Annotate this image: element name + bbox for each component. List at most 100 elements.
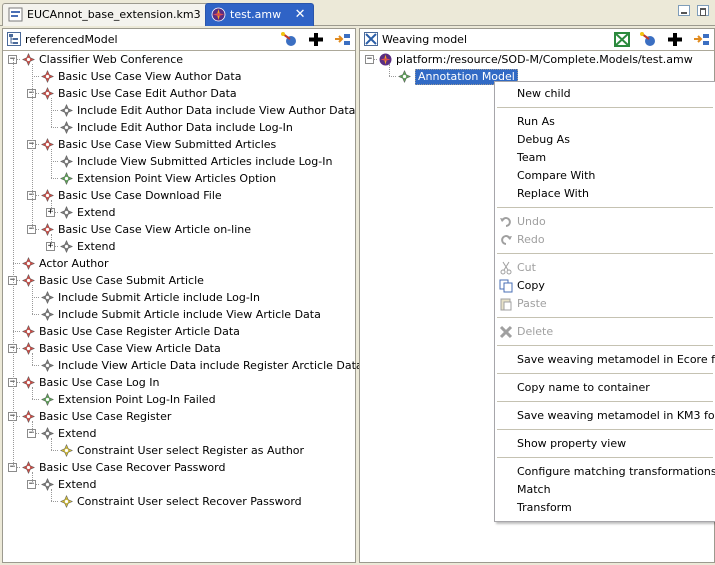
tree-node[interactable]: − Basic Use Case View Submitted Articles <box>3 136 355 153</box>
tree-node[interactable]: − Extend <box>3 425 355 442</box>
tree-node[interactable]: Constraint User select Recover Password <box>3 493 355 510</box>
tree-node[interactable]: − Basic Use Case Log In <box>3 374 355 391</box>
tree-node[interactable]: Include Submit Article include View Arti… <box>3 306 355 323</box>
pane-header: Weaving model <box>360 29 714 51</box>
menu-item-match[interactable]: Match <box>495 481 715 499</box>
tree-node[interactable]: Include Edit Author Data include View Au… <box>3 102 355 119</box>
tree-node-label: Actor Author <box>39 257 109 270</box>
diamond-red-icon <box>21 375 36 390</box>
menu-separator <box>497 207 713 208</box>
menu-item-copy[interactable]: Copy <box>495 277 715 295</box>
tree-node[interactable]: Include Edit Author Data include Log-In <box>3 119 355 136</box>
tree-node-label: Include View Submitted Articles include … <box>77 155 333 168</box>
tree-connector <box>51 438 52 450</box>
menu-item-transform[interactable]: Transform <box>495 499 715 517</box>
diamond-gray-icon <box>59 103 74 118</box>
collapse-icon[interactable]: − <box>365 55 374 64</box>
menu-item-redo[interactable]: Redo <box>495 231 715 249</box>
sync-icon[interactable] <box>613 31 631 48</box>
menu-item-label: Compare With <box>517 169 596 182</box>
tree-node-label: Basic Use Case View Article Data <box>39 342 221 355</box>
weaving-icon <box>364 32 378 46</box>
tree-node[interactable]: − Basic Use Case Submit Article <box>3 272 355 289</box>
tree-node[interactable]: Include View Article Data include Regist… <box>3 357 363 374</box>
tree-node[interactable]: Basic Use Case Register Article Data <box>3 323 355 340</box>
menu-item-copy-name-to-container[interactable]: Copy name to container <box>495 379 715 397</box>
menu-item-label: New child <box>517 87 571 100</box>
tree-node[interactable]: Constraint User select Register as Autho… <box>3 442 355 459</box>
tree-node[interactable]: − Basic Use Case Edit Author Data <box>3 85 355 102</box>
tree-node[interactable]: Include View Submitted Articles include … <box>3 153 355 170</box>
tree-node[interactable]: Basic Use Case View Author Data <box>3 68 355 85</box>
tree-connector <box>32 421 33 433</box>
tree-node[interactable]: − Classifier Web Conference <box>3 51 355 68</box>
menu-item-paste[interactable]: Paste <box>495 295 715 313</box>
link-icon[interactable] <box>692 31 710 48</box>
add-icon[interactable] <box>666 31 684 48</box>
menu-item-debug-as[interactable]: Debug As <box>495 131 715 149</box>
tree-node[interactable]: − Basic Use Case Recover Password <box>3 459 355 476</box>
menu-item-label: Cut <box>517 261 536 274</box>
tree-connector <box>32 472 33 484</box>
tree-node-label: Extension Point View Articles Option <box>77 172 277 185</box>
tab-test-amw[interactable]: test.amw ✕ <box>205 3 315 26</box>
tree-node[interactable]: Extension Point View Articles Option <box>3 170 355 187</box>
menu-item-save-weaving-metamodel-in-ecore-format[interactable]: Save weaving metamodel in Ecore format <box>495 351 715 369</box>
diamond-red-icon <box>21 460 36 475</box>
pane-toolbar <box>275 31 351 52</box>
diamond-gray-icon <box>59 239 74 254</box>
menu-item-cut[interactable]: Cut <box>495 259 715 277</box>
diamond-green-icon <box>59 171 74 186</box>
tree-node[interactable]: − Extend <box>3 476 355 493</box>
menu-separator <box>497 317 713 318</box>
diamond-red-icon <box>40 222 55 237</box>
menu-item-compare-with[interactable]: Compare With <box>495 167 715 185</box>
menu-item-undo[interactable]: Undo <box>495 213 715 231</box>
tab-eucannot-km3[interactable]: EUCAnnot_base_extension.km3 <box>2 3 210 26</box>
menu-item-configure-matching-transformations[interactable]: Configure matching transformations... <box>495 463 715 481</box>
add-icon[interactable] <box>307 31 325 48</box>
diamond-gray-icon <box>40 307 55 322</box>
menu-item-label: Save weaving metamodel in KM3 format <box>517 409 715 422</box>
tree-node[interactable]: Actor Author <box>3 255 355 272</box>
diamond-red-icon <box>21 52 36 67</box>
menu-item-team[interactable]: Team <box>495 149 715 167</box>
tree-node-label: Include Submit Article include View Arti… <box>58 308 321 321</box>
tree-connector <box>32 314 39 315</box>
menu-item-label: Replace With <box>517 187 589 200</box>
menu-item-label: Redo <box>517 233 545 246</box>
tree-node[interactable]: + Extend <box>3 238 355 255</box>
tree-connector <box>51 149 52 178</box>
menu-item-label: Copy name to container <box>517 381 650 394</box>
menu-item-run-as[interactable]: Run As <box>495 113 715 131</box>
tree-node-label: Constraint User select Register as Autho… <box>77 444 305 457</box>
tree-node[interactable]: − Basic Use Case View Article on-line <box>3 221 355 238</box>
menu-item-delete[interactable]: Delete <box>495 323 715 341</box>
menu-item-save-weaving-metamodel-in-km3-format[interactable]: Save weaving metamodel in KM3 format <box>495 407 715 425</box>
tree-node[interactable]: − platform:/resource/SOD-M/Complete.Model… <box>360 51 714 68</box>
tree-node[interactable]: Include Submit Article include Log-In <box>3 289 355 306</box>
link-icon[interactable] <box>333 31 351 48</box>
menu-item-new-child[interactable]: New child <box>495 85 715 103</box>
menu-separator <box>497 429 713 430</box>
tree-node[interactable]: − Basic Use Case View Article Data <box>3 340 355 357</box>
wizard-icon[interactable] <box>639 31 657 48</box>
close-icon[interactable]: ✕ <box>295 7 306 22</box>
copy-icon <box>499 279 513 293</box>
wizard-icon[interactable] <box>280 31 298 48</box>
menu-item-label: Show property view <box>517 437 627 450</box>
diamond-gray-icon <box>40 477 55 492</box>
menu-item-replace-with[interactable]: Replace With <box>495 185 715 203</box>
tree-node[interactable]: + Extend <box>3 204 355 221</box>
maximize-icon[interactable] <box>697 5 709 16</box>
tree-node-label: Classifier Web Conference <box>39 53 184 66</box>
menu-item-show-property-view[interactable]: Show property view <box>495 435 715 453</box>
minimize-icon[interactable] <box>677 5 690 16</box>
tree-node[interactable]: Extension Point Log-In Failed <box>3 391 355 408</box>
tree-connector <box>51 110 58 111</box>
tree-node[interactable]: − Basic Use Case Register <box>3 408 355 425</box>
tree-connector <box>32 387 33 399</box>
diamond-gray-icon <box>59 205 74 220</box>
redo-icon <box>499 233 513 247</box>
tree-node[interactable]: − Basic Use Case Download File <box>3 187 355 204</box>
